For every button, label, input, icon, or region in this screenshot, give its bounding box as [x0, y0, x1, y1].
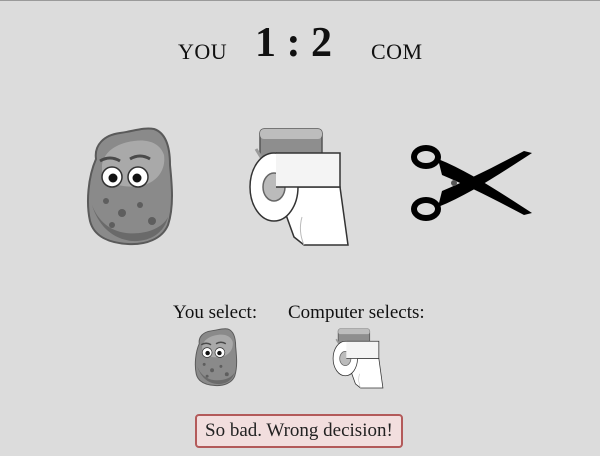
- com-label: COM: [371, 39, 423, 64]
- rock-icon: [192, 327, 238, 387]
- toilet-paper-icon: [246, 127, 352, 247]
- you-label: YOU: [178, 39, 228, 64]
- toilet-paper-icon: [331, 328, 385, 389]
- score-display: 1 : 2: [255, 20, 332, 66]
- scissors-icon: [408, 141, 532, 225]
- scoreboard: YOU 1 : 2 COM: [0, 19, 600, 69]
- rock-icon: [82, 125, 174, 247]
- you-select-label: You select:: [173, 302, 258, 323]
- toilet-paper-choice-button[interactable]: [246, 127, 352, 247]
- rock-choice-button[interactable]: [82, 125, 174, 247]
- you-selected-rock: [192, 327, 238, 387]
- result-message: So bad. Wrong decision!: [195, 414, 403, 448]
- computer-selected-toilet-paper: [331, 328, 385, 389]
- scissors-choice-button[interactable]: [408, 141, 532, 225]
- computer-select-label: Computer selects:: [288, 302, 425, 323]
